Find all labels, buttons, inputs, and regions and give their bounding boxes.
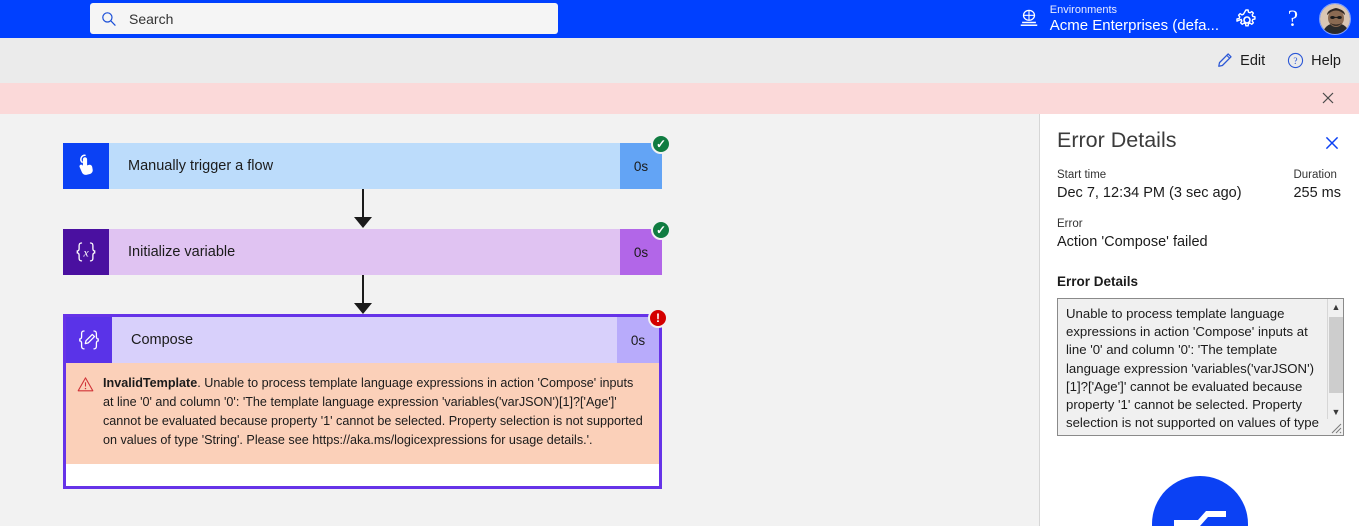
power-automate-logo-icon — [1151, 476, 1248, 526]
start-time-label: Start time — [1057, 169, 1107, 181]
scrollbar-thumb[interactable] — [1329, 317, 1343, 393]
environment-icon — [1020, 9, 1038, 26]
panel-meta-row: Start time Dec 7, 12:34 PM (3 sec ago) D… — [1057, 169, 1341, 201]
flow-node-error-message: InvalidTemplate. Unable to process templ… — [66, 363, 659, 464]
svg-text:?: ? — [1294, 57, 1298, 67]
settings-button[interactable] — [1235, 8, 1259, 32]
flow-node-title: Initialize variable — [109, 229, 620, 275]
textarea-resize-handle[interactable] — [1327, 419, 1343, 435]
panel-close-button[interactable] — [1323, 134, 1341, 152]
duration-value: 255 ms — [1293, 185, 1341, 201]
flow-node-compose[interactable]: Compose 0s InvalidTemplate. Unable to pr… — [63, 308, 668, 489]
avatar-image — [1320, 4, 1350, 34]
error-details-panel: Error Details Start time Dec 7, 12:34 PM… — [1040, 114, 1359, 526]
warning-triangle-icon — [77, 377, 94, 392]
app-header: Search Environments Acme Enterprises (de… — [0, 0, 1359, 38]
flow-connector-arrow-icon — [354, 217, 372, 228]
tap-hand-icon — [63, 143, 109, 189]
flow-node-header: x Initialize variable 0s — [63, 229, 662, 275]
error-details-text: Unable to process template language expr… — [1066, 306, 1319, 435]
status-badge-error: ! — [648, 308, 668, 328]
environment-texts: Environments Acme Enterprises (defa... — [1050, 4, 1219, 34]
flow-canvas[interactable]: Manually trigger a flow 0s ✓ x Initializ… — [0, 114, 1039, 526]
search-placeholder: Search — [129, 10, 174, 27]
search-icon — [102, 11, 116, 26]
flow-connector-arrow-icon — [354, 303, 372, 314]
panel-header: Error Details — [1057, 128, 1341, 153]
question-mark-icon: ? — [1287, 6, 1299, 31]
duration-label: Duration — [1293, 169, 1337, 181]
close-icon — [1325, 136, 1339, 150]
environment-name: Acme Enterprises (defa... — [1049, 16, 1219, 34]
check-icon: ✓ — [655, 137, 667, 151]
start-time-value: Dec 7, 12:34 PM (3 sec ago) — [1057, 185, 1242, 201]
flow-node-manually-trigger-a-flow[interactable]: Manually trigger a flow 0s ✓ — [63, 134, 671, 189]
pencil-icon — [1218, 52, 1232, 67]
flow-node-header: Manually trigger a flow 0s — [63, 143, 662, 189]
notification-bar — [0, 83, 1359, 114]
environment-selector[interactable]: Environments Acme Enterprises (defa... — [1018, 0, 1219, 38]
close-icon — [1322, 92, 1334, 104]
error-details-heading: Error Details — [1057, 274, 1139, 289]
flow-node-error-text: InvalidTemplate. Unable to process templ… — [103, 374, 646, 451]
status-badge-success: ✓ — [651, 220, 671, 240]
command-bar: Edit ? Help — [0, 38, 1359, 83]
scroll-up-arrow-icon[interactable]: ▲ — [1328, 299, 1343, 315]
compose-pencil-braces-icon — [66, 317, 112, 363]
start-time-block: Start time Dec 7, 12:34 PM (3 sec ago) — [1057, 169, 1242, 201]
duration-block: Duration 255 ms — [1293, 169, 1341, 201]
gear-icon — [1236, 9, 1256, 27]
flow-node-footer — [66, 463, 659, 486]
flow-node-initialize-variable[interactable]: x Initialize variable 0s ✓ — [63, 220, 671, 275]
power-automate-logo — [1151, 476, 1248, 526]
error-details-scrollbar[interactable]: ▲ ▼ — [1327, 299, 1343, 435]
environment-label: Environments — [1049, 4, 1118, 17]
question-circle-icon: ? — [1288, 52, 1304, 69]
scroll-down-arrow-icon[interactable]: ▼ — [1328, 404, 1343, 420]
exclamation-icon: ! — [656, 311, 660, 325]
svg-text:x: x — [82, 245, 89, 259]
panel-title: Error Details — [1057, 128, 1177, 152]
help-button[interactable]: ? — [1280, 6, 1306, 32]
help-command-button[interactable]: ? Help — [1287, 52, 1341, 69]
error-label: Error — [1057, 218, 1083, 230]
search-input[interactable]: Search — [90, 3, 558, 34]
edit-button-label: Edit — [1240, 52, 1266, 69]
flow-node-error-code: InvalidTemplate — [103, 376, 198, 390]
flow-node-header: Compose 0s — [66, 317, 659, 363]
notification-close-button[interactable] — [1319, 89, 1337, 107]
help-command-label: Help — [1311, 52, 1341, 69]
edit-button[interactable]: Edit — [1215, 52, 1265, 70]
variable-braces-icon: x — [63, 229, 109, 275]
resize-grip-icon — [1331, 423, 1342, 434]
avatar[interactable] — [1319, 3, 1351, 35]
flow-node-title: Compose — [112, 317, 617, 363]
error-details-textarea[interactable]: Unable to process template language expr… — [1057, 298, 1344, 436]
check-icon: ✓ — [655, 223, 667, 237]
flow-node-title: Manually trigger a flow — [109, 143, 620, 189]
status-badge-success: ✓ — [651, 134, 671, 154]
error-value: Action 'Compose' failed — [1057, 234, 1208, 250]
